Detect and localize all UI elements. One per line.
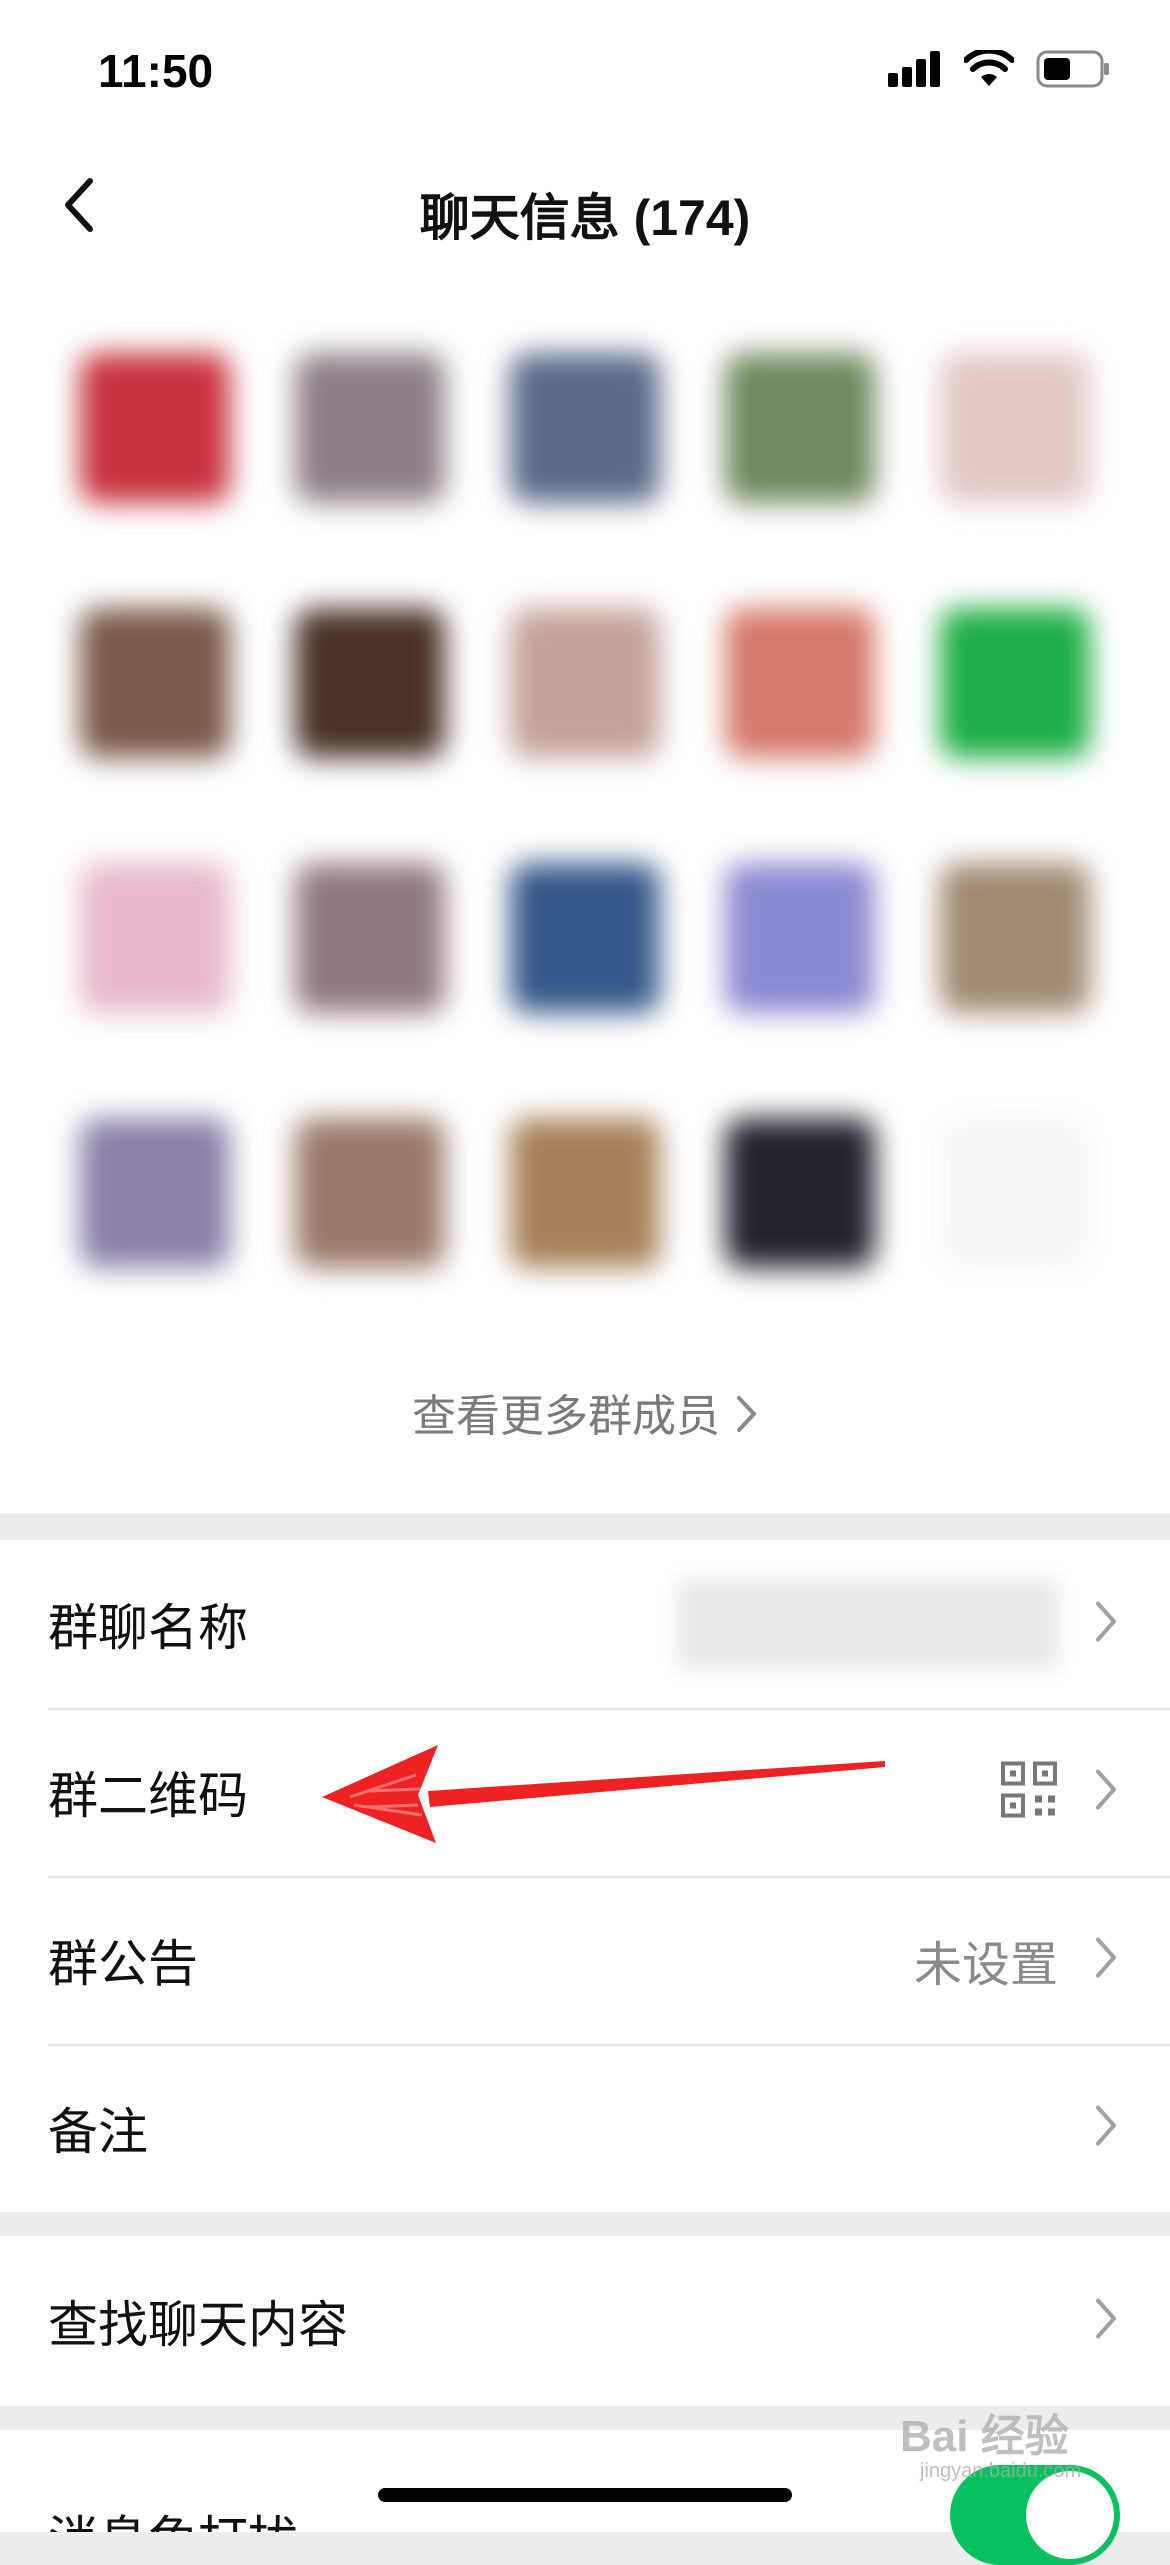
group-name-row[interactable]: 群聊名称 (0, 1540, 1170, 1708)
view-more-members-link[interactable]: 查看更多群成员 (0, 1380, 1170, 1445)
avatar (80, 862, 231, 1013)
member-avatar-item[interactable] (263, 555, 478, 810)
wifi-icon (964, 50, 1014, 86)
chevron-right-icon (1094, 1936, 1118, 1985)
chevron-right-icon (1094, 1600, 1118, 1649)
mute-label: 消息免打扰 (48, 2500, 298, 2532)
member-avatar-item[interactable] (907, 555, 1122, 810)
red-arrow-annotation (322, 1745, 885, 1843)
avatar (509, 1117, 660, 1268)
page-title: 聊天信息 (174) (419, 190, 751, 246)
search-chat-label: 查找聊天内容 (48, 2297, 348, 2353)
member-avatar-item[interactable] (48, 555, 263, 810)
group-notice-value: 未设置 (913, 1939, 1058, 1992)
avatar (939, 862, 1090, 1013)
member-avatar-item[interactable] (48, 300, 263, 555)
member-avatar-item[interactable] (48, 1065, 263, 1320)
watermark-text: Bai 经验 (900, 2412, 1069, 2461)
member-avatar-item[interactable] (692, 555, 907, 810)
remark-row[interactable]: 备注 (0, 2044, 1170, 2212)
avatar (295, 862, 446, 1013)
avatar (509, 607, 660, 758)
member-avatar-item[interactable] (478, 555, 693, 810)
view-more-members-label: 查看更多群成员 (412, 1392, 720, 1441)
avatar (724, 1117, 875, 1268)
chevron-right-icon (1094, 2297, 1118, 2346)
avatar (295, 1117, 446, 1268)
group-settings-section: 群聊名称 群二维码 群公告 未设置 备注 (0, 1540, 1170, 2212)
group-name-value-blurred (678, 1579, 1058, 1669)
signal-icon (888, 51, 940, 87)
avatar (939, 607, 1090, 758)
status-time: 11:50 (98, 45, 214, 97)
member-avatar-item[interactable] (692, 810, 907, 1065)
avatar (509, 352, 660, 503)
member-grid (48, 300, 1122, 1320)
avatar (295, 607, 446, 758)
group-name-label: 群聊名称 (48, 1600, 248, 1656)
member-avatar-item[interactable] (263, 810, 478, 1065)
avatar (939, 352, 1090, 503)
member-avatar-item[interactable] (692, 1065, 907, 1320)
member-avatar-item[interactable] (478, 1065, 693, 1320)
avatar (724, 607, 875, 758)
avatar (724, 862, 875, 1013)
avatar (724, 352, 875, 503)
group-notice-label: 群公告 (48, 1936, 198, 1992)
member-avatar-item[interactable] (907, 810, 1122, 1065)
nav-bar: 聊天信息 (174) (0, 140, 1170, 270)
search-section: 查找聊天内容 (0, 2236, 1170, 2406)
watermark-sub: jingyan.baidu.com (920, 2460, 1082, 2482)
avatar (939, 1117, 1090, 1268)
search-chat-row[interactable]: 查找聊天内容 (0, 2236, 1170, 2406)
member-avatar-item[interactable] (263, 300, 478, 555)
avatar (295, 352, 446, 503)
member-avatar-item[interactable] (478, 810, 693, 1065)
member-avatar-item[interactable] (478, 300, 693, 555)
member-avatar-item[interactable] (692, 300, 907, 555)
member-avatar-item[interactable] (907, 1065, 1122, 1320)
status-bar: 11:50 (0, 0, 1170, 140)
member-avatar-item[interactable] (48, 810, 263, 1065)
battery-icon (1036, 50, 1109, 88)
members-section: 查看更多群成员 (0, 270, 1170, 1513)
group-qr-code-label: 群二维码 (48, 1768, 248, 1824)
avatar (80, 1117, 231, 1268)
qr-code-icon (1000, 1761, 1058, 1824)
avatar (80, 607, 231, 758)
remark-label: 备注 (48, 2104, 148, 2160)
home-indicator[interactable] (378, 2488, 792, 2502)
baidu-watermark: Bai 经验 jingyan.baidu.com (900, 2400, 1130, 2490)
avatar (80, 352, 231, 503)
member-avatar-item[interactable] (907, 300, 1122, 555)
chevron-right-icon (1094, 1768, 1118, 1817)
chevron-right-icon (1094, 2104, 1118, 2153)
group-notice-row[interactable]: 群公告 未设置 (0, 1876, 1170, 2044)
member-avatar-item[interactable] (263, 1065, 478, 1320)
status-icons (888, 50, 1110, 88)
chevron-right-icon (736, 1394, 758, 1445)
avatar (509, 862, 660, 1013)
